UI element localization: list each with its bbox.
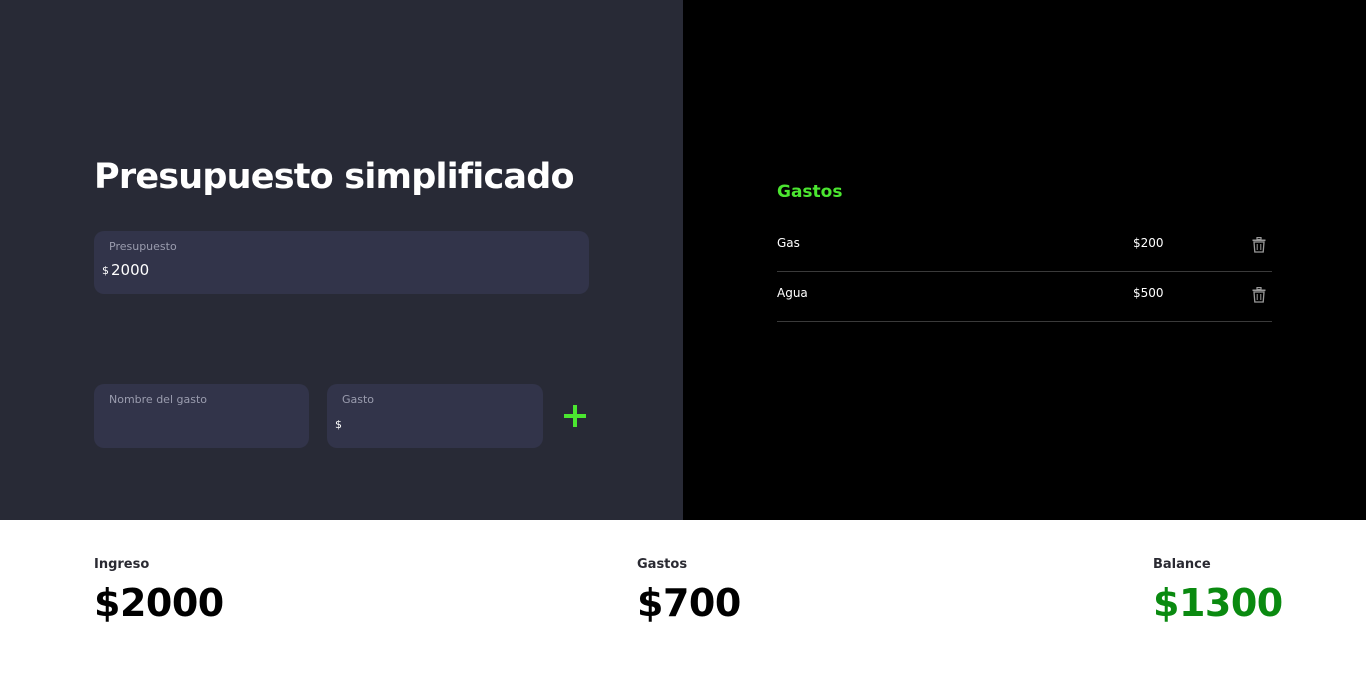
balance-value: $1300 (1153, 581, 1283, 625)
expenses-total-label: Gastos (637, 557, 688, 572)
expense-name-field[interactable]: Nombre del gasto (94, 384, 309, 448)
trash-icon (1252, 237, 1266, 253)
trash-icon (1252, 287, 1266, 303)
budget-field[interactable]: Presupuesto $ 2000 (94, 231, 589, 294)
expense-amount: $500 (1133, 286, 1164, 300)
expense-row: Gas $200 (777, 222, 1272, 272)
expense-name: Gas (777, 236, 800, 250)
expense-amount-label: Gasto (342, 393, 375, 406)
page-title: Presupuesto simplificado (94, 157, 575, 197)
budget-currency: $ (102, 264, 109, 277)
expense-row: Agua $500 (777, 272, 1272, 322)
expense-name: Agua (777, 286, 808, 300)
budget-input[interactable]: 2000 (111, 261, 149, 279)
plus-icon (564, 405, 586, 427)
delete-expense-button[interactable] (1252, 287, 1266, 303)
expense-name-label: Nombre del gasto (109, 393, 208, 406)
expenses-total-value: $700 (637, 581, 741, 625)
budget-form-panel: Presupuesto simplificado Presupuesto $ 2… (0, 0, 683, 520)
expense-amount-field[interactable]: Gasto $ (327, 384, 543, 448)
income-value: $2000 (94, 581, 224, 625)
expense-amount: $200 (1133, 236, 1164, 250)
balance-label: Balance (1153, 557, 1211, 572)
delete-expense-button[interactable] (1252, 237, 1266, 253)
expense-amount-currency: $ (335, 418, 342, 431)
expenses-title: Gastos (777, 182, 843, 202)
budget-label: Presupuesto (109, 240, 177, 253)
add-expense-button[interactable] (561, 401, 589, 431)
income-label: Ingreso (94, 557, 150, 572)
